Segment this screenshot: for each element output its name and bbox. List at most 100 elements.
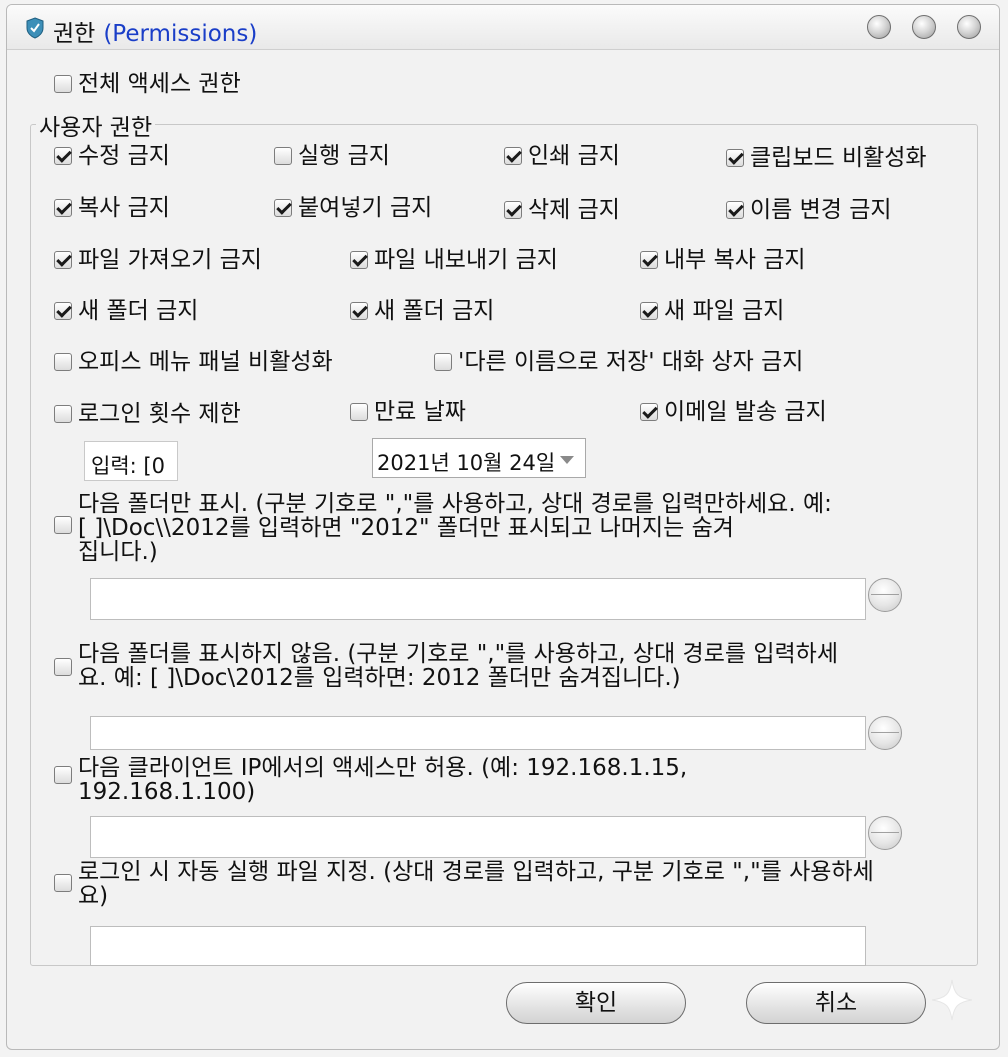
perm-no-save-as-dialog[interactable]: '다른 이름으로 저장' 대화 상자 금지 <box>434 349 803 375</box>
allow-ip-input[interactable] <box>90 816 866 858</box>
perm-checkbox[interactable] <box>54 405 72 423</box>
perm-checkbox[interactable] <box>350 251 368 269</box>
perm-label: 실행 금지 <box>298 143 390 169</box>
perm-checkbox[interactable] <box>54 353 72 371</box>
minimize-button[interactable] <box>867 15 891 39</box>
perm-label: 파일 내보내기 금지 <box>374 247 558 273</box>
perm-no-internal-copy[interactable]: 내부 복사 금지 <box>640 247 806 273</box>
perm-label: 삭제 금지 <box>528 197 620 223</box>
perm-no-file-export[interactable]: 파일 내보내기 금지 <box>350 247 558 273</box>
perm-label: 수정 금지 <box>78 143 170 169</box>
perm-checkbox[interactable] <box>274 147 292 165</box>
chevron-down-icon[interactable] <box>560 456 574 464</box>
window-title-sub: (Permissions) <box>103 21 258 47</box>
hide-folders-checkbox[interactable] <box>54 658 72 676</box>
perm-no-print[interactable]: 인쇄 금지 <box>504 143 620 169</box>
browse-button[interactable] <box>868 716 902 750</box>
perm-disable-office-menu[interactable]: 오피스 메뉴 패널 비활성화 <box>54 349 333 375</box>
perm-label: 클립보드 비활성화 <box>750 145 927 171</box>
window-title: 권한 (Permissions) <box>53 21 258 47</box>
autorun-file-line2: 요) <box>78 883 109 909</box>
perm-checkbox[interactable] <box>54 251 72 269</box>
perm-label: 만료 날짜 <box>374 399 466 425</box>
allow-ip-option[interactable]: 다음 클라이언트 IP에서의 액세스만 허용. (예: 192.168.1.15… <box>54 756 687 804</box>
login-count-input[interactable]: 입력: [0 <box>84 441 178 481</box>
browse-button[interactable] <box>868 578 902 612</box>
perm-label: 붙여넣기 금지 <box>298 195 433 221</box>
perm-expiry-date[interactable]: 만료 날짜 <box>350 399 466 425</box>
perm-limit-login-count[interactable]: 로그인 횟수 제한 <box>54 401 241 427</box>
perm-checkbox[interactable] <box>504 201 522 219</box>
perm-checkbox[interactable] <box>504 147 522 165</box>
perm-checkbox[interactable] <box>640 403 658 421</box>
perm-no-new-folder[interactable]: 새 폴더 금지 <box>54 298 198 324</box>
perm-checkbox[interactable] <box>726 201 744 219</box>
perm-no-email-send[interactable]: 이메일 발송 금지 <box>640 399 827 425</box>
allow-ip-checkbox[interactable] <box>54 766 72 784</box>
perm-checkbox[interactable] <box>350 403 368 421</box>
show-only-folders-label: 다음 폴더만 표시. (구분 기호로 ","를 사용하고, 상대 경로를 입력만… <box>78 492 832 564</box>
show-only-folders-option[interactable]: 다음 폴더만 표시. (구분 기호로 ","를 사용하고, 상대 경로를 입력만… <box>54 492 832 564</box>
show-only-folders-input[interactable] <box>90 578 866 620</box>
perm-label: 이메일 발송 금지 <box>664 399 827 425</box>
sparkle-icon <box>931 979 973 1021</box>
show-only-folders-checkbox[interactable] <box>54 516 72 534</box>
user-permissions-legend: 사용자 권한 <box>36 108 156 142</box>
autorun-file-option[interactable]: 로그인 시 자동 실행 파일 지정. (상대 경로를 입력하고, 구분 기호로 … <box>54 860 874 908</box>
perm-no-paste[interactable]: 붙여넣기 금지 <box>274 195 432 221</box>
perm-label: 새 폴더 금지 <box>78 298 199 324</box>
full-access-option[interactable]: 전체 액세스 권한 <box>54 71 241 97</box>
perm-label: 새 파일 금지 <box>664 298 785 324</box>
perm-no-delete[interactable]: 삭제 금지 <box>504 197 620 223</box>
perm-label: 이름 변경 금지 <box>750 197 892 223</box>
perm-checkbox[interactable] <box>726 149 744 167</box>
show-only-folders-line2: [ ]\Doc\\2012를 입력하면 "2012" 폴더만 표시되고 나머지는… <box>78 515 734 541</box>
perm-checkbox[interactable] <box>274 199 292 217</box>
perm-no-execute[interactable]: 실행 금지 <box>274 143 390 169</box>
browse-button[interactable] <box>868 816 902 850</box>
perm-checkbox[interactable] <box>54 147 72 165</box>
perm-checkbox[interactable] <box>54 199 72 217</box>
autorun-file-input[interactable] <box>90 926 866 966</box>
perm-label: 파일 가져오기 금지 <box>78 247 262 273</box>
full-access-label: 전체 액세스 권한 <box>78 71 241 97</box>
ok-button[interactable]: 확인 <box>506 982 686 1024</box>
allow-ip-line2: 192.168.1.100) <box>78 779 256 805</box>
perm-checkbox[interactable] <box>640 251 658 269</box>
shield-icon <box>26 17 44 39</box>
hide-folders-line1: 다음 폴더를 표시하지 않음. (구분 기호로 ","를 사용하고, 상대 경로… <box>78 641 838 667</box>
perm-disable-clipboard[interactable]: 클립보드 비활성화 <box>726 145 927 171</box>
perm-label: 복사 금지 <box>78 195 170 221</box>
perm-label: 오피스 메뉴 패널 비활성화 <box>78 349 333 375</box>
perm-no-new-folder-2[interactable]: 새 폴더 금지 <box>350 298 494 324</box>
hide-folders-line2: 요. 예: [ ]\Doc\2012를 입력하면: 2012 폴더만 숨겨집니다… <box>78 665 681 691</box>
perm-label: 인쇄 금지 <box>528 143 620 169</box>
hide-folders-option[interactable]: 다음 폴더를 표시하지 않음. (구분 기호로 ","를 사용하고, 상대 경로… <box>54 642 838 690</box>
perm-label: '다른 이름으로 저장' 대화 상자 금지 <box>458 349 804 375</box>
perm-checkbox[interactable] <box>434 353 452 371</box>
perm-no-file-import[interactable]: 파일 가져오기 금지 <box>54 247 262 273</box>
autorun-file-line1: 로그인 시 자동 실행 파일 지정. (상대 경로를 입력하고, 구분 기호로 … <box>78 859 874 885</box>
expiry-date-select[interactable]: 2021년 10월 24일 <box>372 438 586 478</box>
autorun-file-checkbox[interactable] <box>54 874 72 892</box>
show-only-folders-line3: 집니다.) <box>78 539 158 565</box>
perm-no-modify[interactable]: 수정 금지 <box>54 143 170 169</box>
allow-ip-label: 다음 클라이언트 IP에서의 액세스만 허용. (예: 192.168.1.15… <box>78 756 687 804</box>
perm-label: 로그인 횟수 제한 <box>78 401 241 427</box>
hide-folders-input[interactable] <box>90 716 866 750</box>
perm-no-new-file[interactable]: 새 파일 금지 <box>640 298 784 324</box>
perm-checkbox[interactable] <box>640 302 658 320</box>
perm-no-copy[interactable]: 복사 금지 <box>54 195 170 221</box>
full-access-checkbox[interactable] <box>54 75 72 93</box>
perm-checkbox[interactable] <box>54 302 72 320</box>
cancel-button[interactable]: 취소 <box>746 982 926 1024</box>
allow-ip-line1: 다음 클라이언트 IP에서의 액세스만 허용. (예: 192.168.1.15… <box>78 755 688 781</box>
show-only-folders-line1: 다음 폴더만 표시. (구분 기호로 ","를 사용하고, 상대 경로를 입력만… <box>78 491 832 517</box>
autorun-file-label: 로그인 시 자동 실행 파일 지정. (상대 경로를 입력하고, 구분 기호로 … <box>78 860 874 908</box>
maximize-button[interactable] <box>912 15 936 39</box>
close-button[interactable] <box>957 15 981 39</box>
hide-folders-label: 다음 폴더를 표시하지 않음. (구분 기호로 ","를 사용하고, 상대 경로… <box>78 642 838 690</box>
perm-checkbox[interactable] <box>350 302 368 320</box>
perm-no-rename[interactable]: 이름 변경 금지 <box>726 197 892 223</box>
perm-label: 내부 복사 금지 <box>664 247 806 273</box>
